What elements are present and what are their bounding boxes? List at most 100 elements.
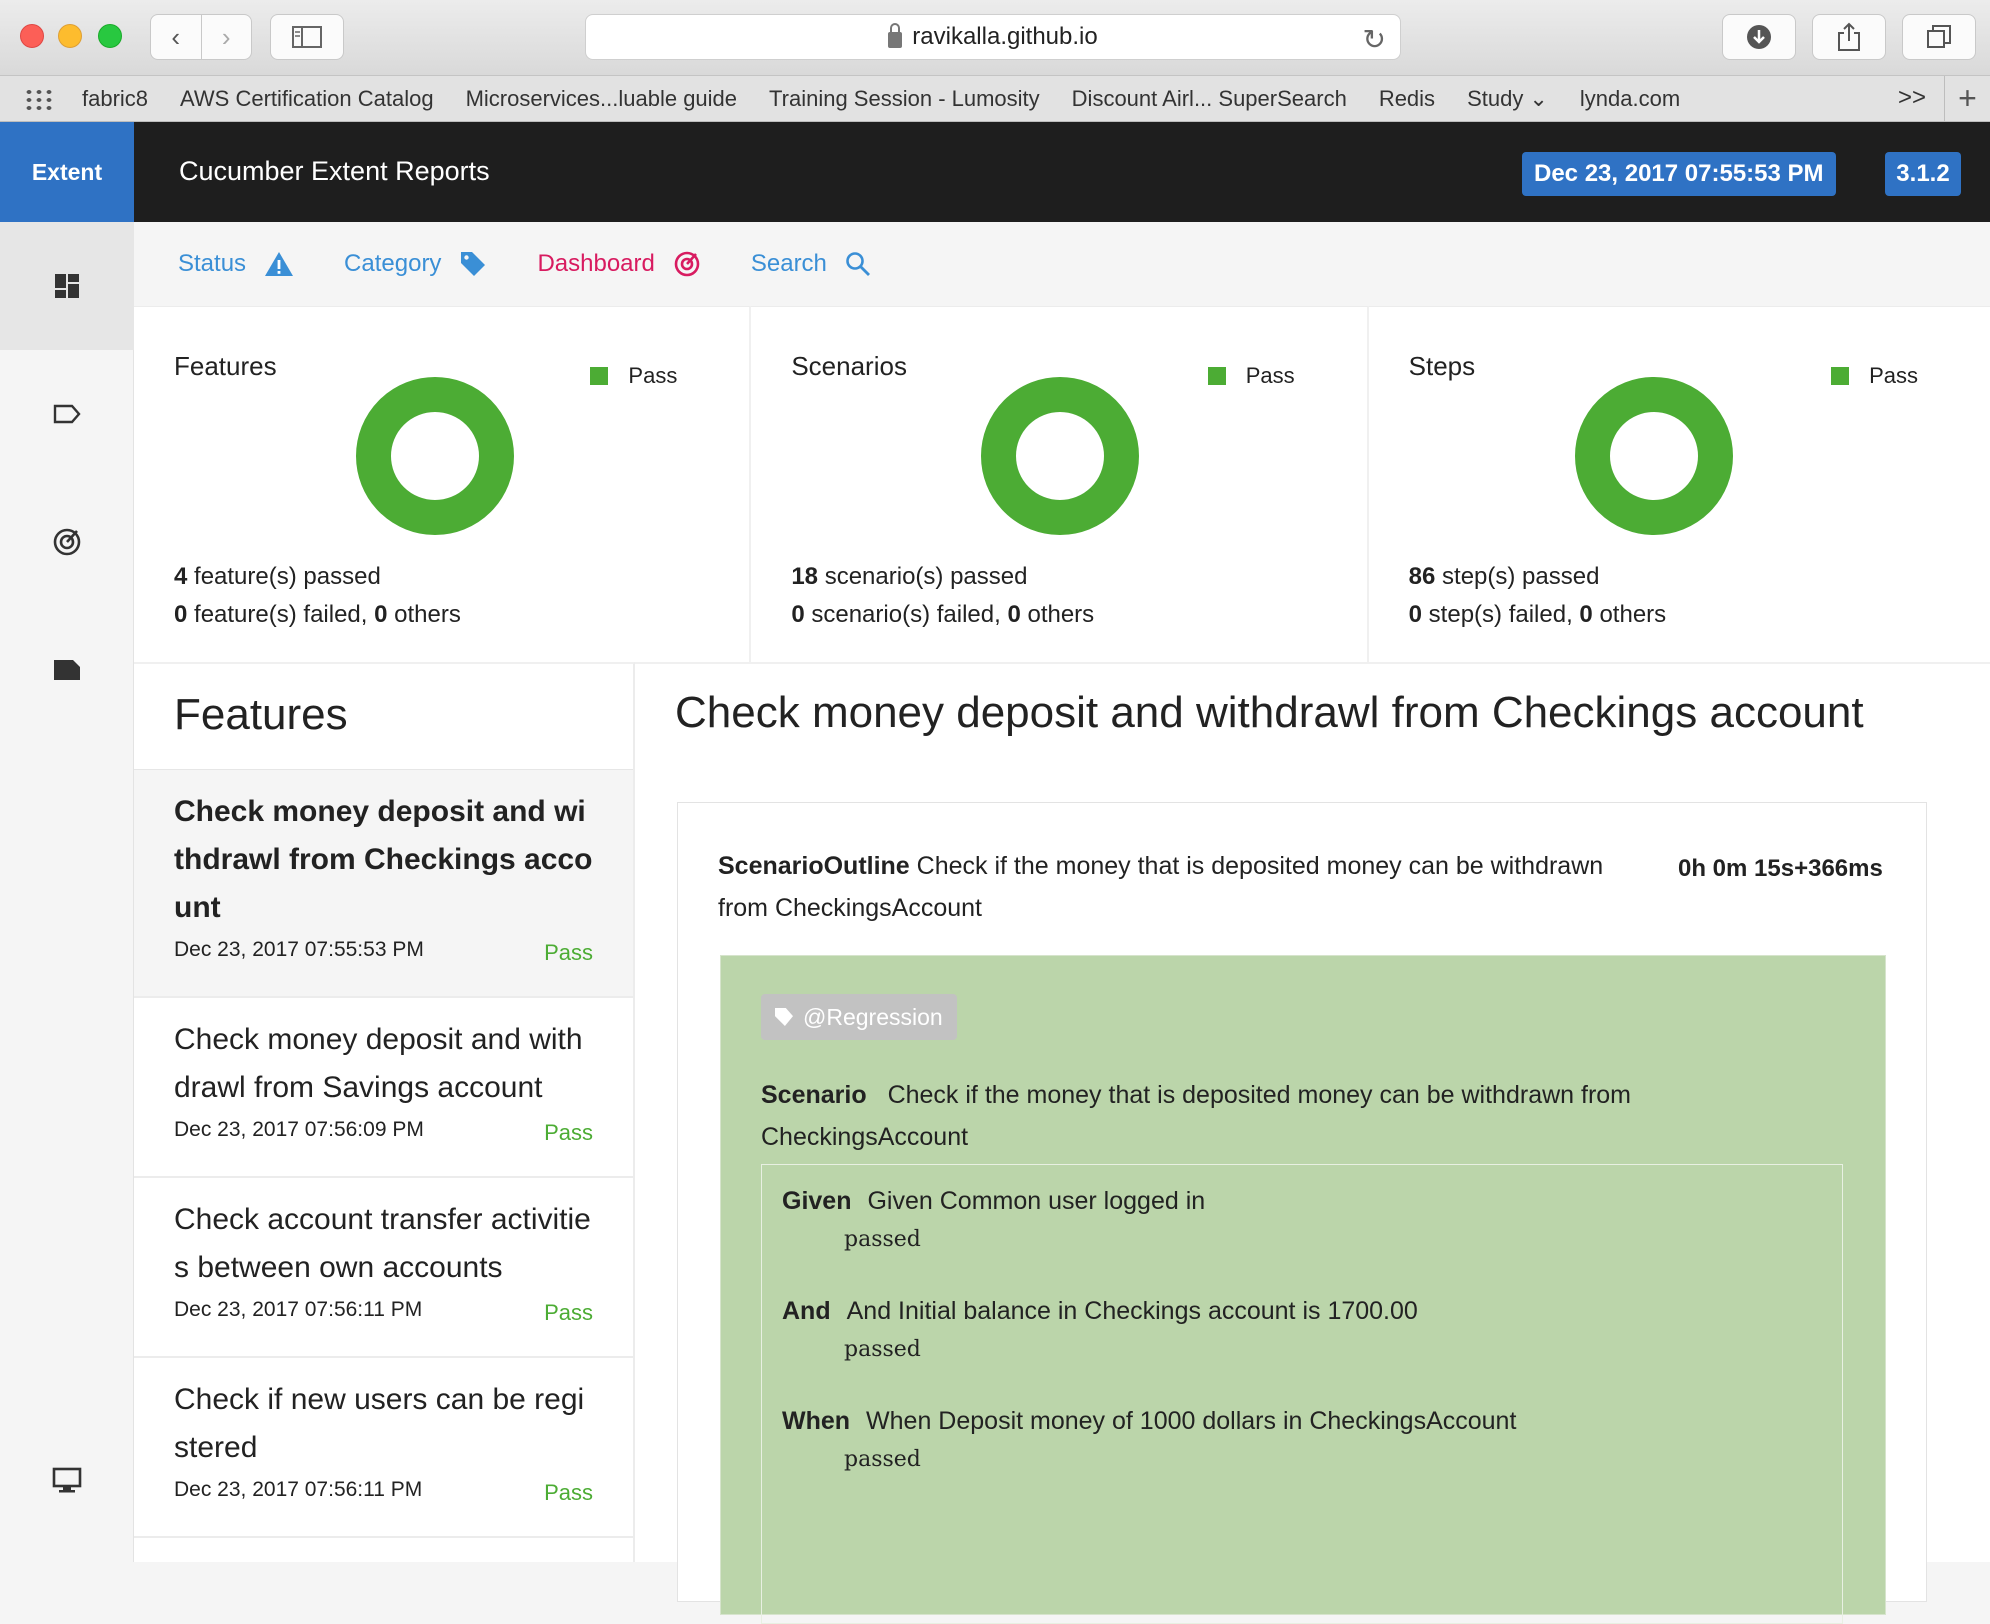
feature-list-item[interactable]: Check money deposit and withdrawl from S…	[134, 998, 633, 1178]
tab-status[interactable]: Status	[178, 250, 294, 278]
features-summary-card: Features Pass 4 feature(s) passed 0 feat…	[134, 306, 752, 662]
step-text: And Initial balance in Checkings account…	[846, 1297, 1418, 1325]
side-nav-tags[interactable]	[0, 350, 134, 478]
side-nav-status[interactable]	[0, 478, 134, 606]
feature-date: Dec 23, 2017 07:56:11 PM	[174, 1478, 423, 1501]
step-status: passed	[844, 1447, 921, 1472]
tab-category[interactable]: Category	[344, 250, 487, 278]
bookmark-item[interactable]: Microservices...luable guide	[466, 86, 737, 112]
others-count: 0	[1007, 601, 1021, 628]
failed-count: 0	[791, 601, 805, 628]
others-count: 0	[374, 601, 388, 628]
failed-summary: 0 step(s) failed, 0 others	[1409, 601, 1667, 629]
downloads-button[interactable]	[1722, 14, 1796, 60]
failed-summary: 0 feature(s) failed, 0 others	[174, 601, 461, 629]
feature-date: Dec 23, 2017 07:56:11 PM	[174, 1298, 423, 1321]
forward-button[interactable]: ›	[201, 22, 251, 53]
passed-label: scenario(s) passed	[818, 563, 1028, 590]
browser-titlebar: ‹ › ravikalla.github.io ↻	[0, 0, 1990, 76]
url-text: ravikalla.github.io	[912, 23, 1098, 50]
side-nav-dashboard[interactable]	[0, 222, 134, 350]
feature-list-item[interactable]: Check account transfer activities betwee…	[134, 1178, 633, 1358]
dashboard-grid-icon	[55, 274, 79, 298]
feature-name: Check money deposit and withdrawl from S…	[174, 1023, 583, 1104]
reload-icon[interactable]: ↻	[1363, 23, 1386, 56]
step-row: Given Given Common user logged in	[782, 1187, 1205, 1216]
bookmark-folder-study[interactable]: Study ⌄	[1467, 86, 1548, 112]
steps-donut-chart	[1574, 377, 1733, 535]
others-count: 0	[1579, 601, 1593, 628]
scenarios-summary-card: Scenarios Pass 18 scenario(s) passed 0 s…	[751, 306, 1369, 662]
legend-label: Pass	[1869, 363, 1918, 388]
passed-label: step(s) passed	[1435, 563, 1600, 590]
bookmark-item[interactable]: Redis	[1379, 86, 1435, 112]
steps-summary-card: Steps Pass 86 step(s) passed 0 step(s) f…	[1368, 306, 1990, 662]
passed-summary: 18 scenario(s) passed	[791, 563, 1027, 591]
features-panel: Features Check money deposit and withdra…	[134, 662, 635, 1562]
back-button[interactable]: ‹	[151, 22, 201, 53]
scenario-outline-heading: ScenarioOutline Check if the money that …	[718, 845, 1638, 929]
side-nav-environment[interactable]	[0, 1442, 134, 1518]
tab-dashboard-label: Dashboard	[537, 250, 655, 277]
tab-status-label: Status	[178, 250, 247, 277]
bookmark-item[interactable]: fabric8	[82, 86, 148, 112]
sidebar-toggle-button[interactable]	[270, 14, 344, 60]
show-tabs-button[interactable]	[1902, 14, 1976, 60]
more-bookmarks-button[interactable]: >>	[1898, 84, 1926, 112]
step-text: When Deposit money of 1000 dollars in Ch…	[866, 1407, 1517, 1435]
features-donut-chart	[356, 377, 514, 535]
failed-label: scenario(s) failed,	[804, 601, 1008, 628]
track-changes-icon	[53, 528, 81, 556]
new-tab-button[interactable]: +	[1944, 76, 1990, 122]
side-nav-categories[interactable]	[0, 606, 134, 734]
desktop-monitor-icon	[52, 1467, 82, 1493]
steps-list: Given Given Common user logged in passed …	[761, 1164, 1843, 1624]
feature-list-item[interactable]: Check if new users can be registered Dec…	[134, 1358, 633, 1538]
scenario-duration: 0h 0m 15s+366ms	[1678, 855, 1883, 882]
step-row: When When Deposit money of 1000 dollars i…	[782, 1407, 1516, 1436]
bookmark-item[interactable]: Training Session - Lumosity	[769, 86, 1040, 112]
tab-search-label: Search	[750, 250, 827, 277]
bookmark-item[interactable]: Discount Airl... SuperSearch	[1072, 86, 1347, 112]
download-icon	[1747, 25, 1771, 49]
bookmark-item[interactable]: AWS Certification Catalog	[180, 86, 434, 112]
feature-name: Check money deposit and withdrawl from C…	[174, 795, 593, 924]
feature-detail-title: Check money deposit and withdrawl from C…	[675, 688, 1864, 737]
tag-label: @Regression	[803, 1003, 943, 1030]
scenario-tag[interactable]: @Regression	[761, 994, 957, 1040]
passed-count: 86	[1408, 563, 1436, 590]
features-heading: Features	[174, 690, 348, 739]
share-button[interactable]	[1812, 14, 1886, 60]
step-status: passed	[844, 1227, 921, 1252]
bookmark-item[interactable]: lynda.com	[1580, 86, 1680, 112]
zoom-window-button[interactable]	[98, 24, 122, 48]
step-text: Given Common user logged in	[867, 1187, 1206, 1215]
failed-count: 0	[174, 601, 188, 628]
feature-name: Check if new users can be registered	[174, 1383, 585, 1464]
others-label: others	[1020, 601, 1095, 628]
history-nav: ‹ ›	[150, 14, 252, 60]
scenario-heading: Scenario Check if the money that is depo…	[761, 1074, 1821, 1158]
pass-swatch	[590, 367, 609, 385]
apps-grid-icon[interactable]	[24, 87, 54, 110]
search-icon	[846, 252, 870, 276]
scenario-box: @Regression Scenario Check if the money …	[720, 955, 1886, 1624]
close-window-button[interactable]	[20, 24, 44, 48]
minimize-window-button[interactable]	[58, 24, 82, 48]
app-header: Extent Cucumber Extent Reports Dec 23, 2…	[0, 122, 1990, 222]
chart-legend: Pass	[1831, 363, 1918, 389]
step-keyword: And	[782, 1297, 831, 1325]
others-label: others	[1592, 601, 1667, 628]
pass-swatch	[1207, 367, 1226, 385]
tab-dashboard[interactable]: Dashboard	[537, 250, 700, 278]
feature-list-item[interactable]: Check money deposit and withdrawl from C…	[134, 770, 633, 998]
features-panel-header: Features	[134, 664, 633, 770]
report-date-badge: Dec 23, 2017 07:55:53 PM	[1522, 152, 1836, 196]
feature-detail-panel: Check money deposit and withdrawl from C…	[635, 662, 1990, 1624]
tab-search[interactable]: Search	[751, 250, 871, 278]
tabs-icon	[1927, 25, 1951, 48]
passed-count: 18	[791, 563, 819, 590]
brand-logo[interactable]: Extent	[0, 122, 134, 222]
address-bar[interactable]: ravikalla.github.io ↻	[585, 14, 1401, 60]
tag-icon	[461, 252, 486, 276]
